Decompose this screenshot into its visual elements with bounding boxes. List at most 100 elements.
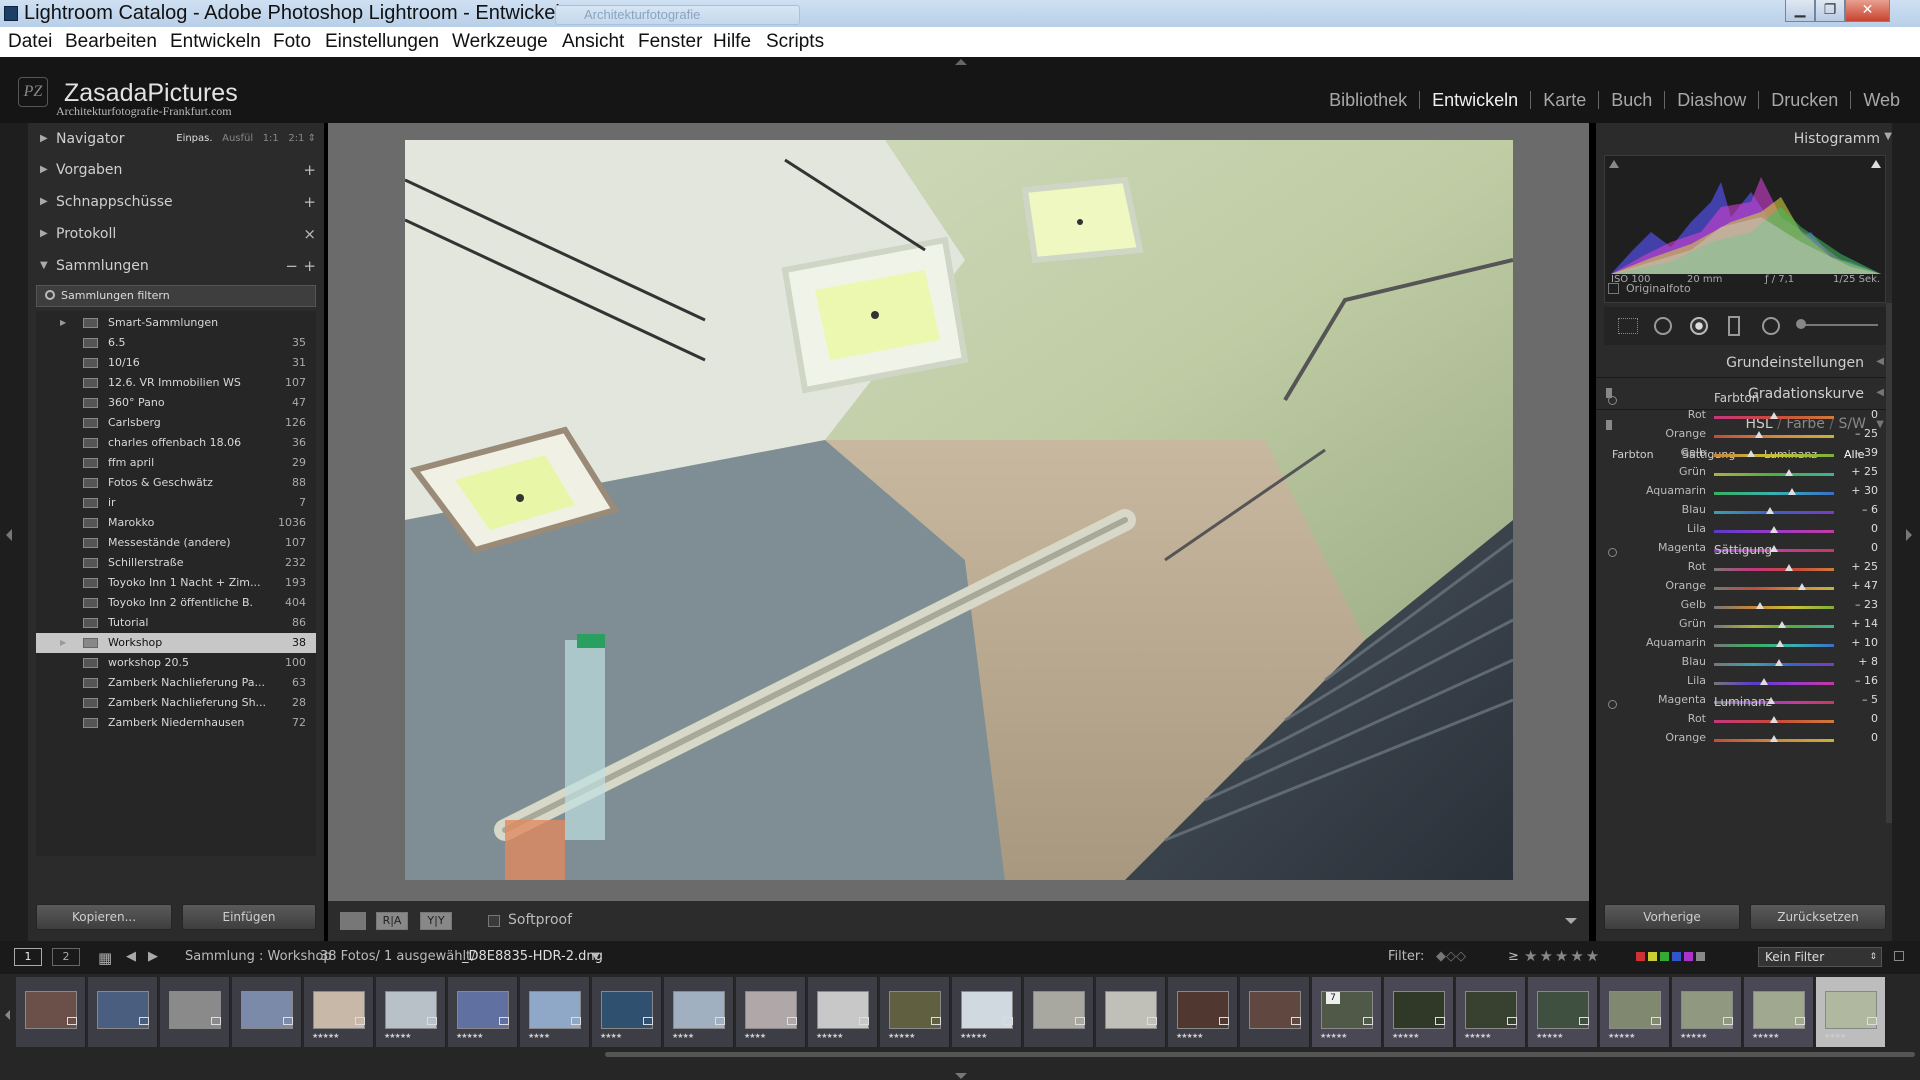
slider-value[interactable]: – 23 [1838,598,1878,611]
adjustment-brush-slider[interactable] [1800,324,1878,326]
slider-track[interactable] [1714,435,1834,438]
filmstrip-thumbnail[interactable] [1096,977,1166,1047]
slider-track[interactable] [1714,644,1834,647]
filmstrip-left-icon[interactable] [5,1010,10,1020]
source-label[interactable]: Sammlung : Workshop [185,949,332,964]
photo-canvas[interactable] [328,123,1589,901]
slider-value[interactable]: 0 [1838,522,1878,535]
filmstrip-thumbnail[interactable]: ★★★★★ [448,977,518,1047]
filmstrip-thumbnail[interactable]: 7 ★★★★★ [1312,977,1382,1047]
slider-knob[interactable] [1770,716,1778,723]
shadow-clipping-icon[interactable] [1609,160,1619,168]
hsl-slider-row[interactable]: Blau – 6 [1596,503,1892,521]
secondary-window-button[interactable]: 2 [52,948,80,966]
zoom-fill[interactable]: Ausfül [222,133,253,144]
collection-item[interactable]: Tutorial 86 [36,613,316,633]
zoom-1-1[interactable]: 1:1 [263,133,279,144]
collection-item[interactable]: Messestände (andere) 107 [36,533,316,553]
toolbar-menu-icon[interactable] [1565,918,1577,924]
slider-knob[interactable] [1770,412,1778,419]
hsl-slider-row[interactable]: Orange – 25 [1596,427,1892,445]
filmstrip-thumbnail[interactable]: ★★★★★ [1672,977,1742,1047]
hsl-slider-row[interactable]: Rot 0 [1596,712,1892,730]
collections-filter-input[interactable]: Sammlungen filtern [36,285,316,307]
softproof-checkbox[interactable] [488,915,500,927]
collection-item[interactable]: 360° Pano 47 [36,393,316,413]
slider-knob[interactable] [1756,602,1765,609]
slider-value[interactable]: + 47 [1838,579,1878,592]
file-dropdown-icon[interactable]: ▼ [592,951,600,962]
slider-track[interactable] [1714,454,1834,457]
menu-einstellungen[interactable]: Einstellungen [325,27,439,57]
loupe-view-icon[interactable] [340,912,366,930]
slider-track[interactable] [1714,568,1834,571]
presets-header[interactable]: ▶ Vorgaben + [28,154,324,186]
slider-knob[interactable] [1785,469,1793,476]
collection-item[interactable]: Toyoko Inn 1 Nacht + Zim... 193 [36,573,316,593]
filmstrip-thumbnail[interactable]: ★★★★★ [1168,977,1238,1047]
clear-history-button[interactable]: × [303,218,316,250]
close-button[interactable]: ✕ [1845,0,1890,22]
navigator-header[interactable]: ▶ Navigator Einpas. Ausfül 1:1 2:1 ⇕ [28,123,324,155]
collection-item[interactable]: ▶ Smart-Sammlungen [36,313,316,333]
menu-werkzeuge[interactable]: Werkzeuge [452,27,548,57]
menu-datei[interactable]: Datei [8,27,52,57]
hsl-slider-row[interactable]: Orange 0 [1596,731,1892,749]
group-toggle-icon[interactable] [1608,396,1617,405]
filmstrip-thumbnail[interactable]: ★★★★ [736,977,806,1047]
filmstrip-thumbnail[interactable]: ★★★★ [1816,977,1886,1047]
collections-header[interactable]: ▼ Sammlungen − + [28,250,324,282]
expand-triangle-icon[interactable]: ▶ [60,313,66,333]
slider-value[interactable]: + 25 [1838,560,1878,573]
collapse-left-panel-icon[interactable] [6,529,12,541]
histogram-label[interactable]: Histogramm [1794,131,1880,147]
filter-lock-icon[interactable] [1894,951,1904,961]
menu-scripts[interactable]: Scripts [766,27,824,57]
slider-knob[interactable] [1766,507,1775,514]
slider-value[interactable]: 0 [1838,712,1878,725]
slider-value[interactable]: 0 [1838,408,1878,421]
collection-item[interactable]: Zamberk Nachlieferung Pa... 63 [36,673,316,693]
slider-value[interactable]: – 16 [1838,674,1878,687]
collapse-top-panel-icon[interactable] [955,59,967,65]
slider-value[interactable]: – 25 [1838,427,1878,440]
flag-filter-icon[interactable]: ◆◇◇ [1436,949,1466,964]
filmstrip-thumbnail[interactable] [16,977,86,1047]
filmstrip-thumbnail[interactable] [1240,977,1310,1047]
slider-track[interactable] [1714,606,1834,609]
slider-value[interactable]: 0 [1838,541,1878,554]
hsl-slider-row[interactable]: Blau + 8 [1596,655,1892,673]
filmstrip-thumbnail[interactable]: ★★★★★ [304,977,374,1047]
collection-item[interactable]: 12.6. VR Immobilien WS 107 [36,373,316,393]
slider-value[interactable]: – 39 [1838,446,1878,459]
filmstrip-thumbnail[interactable]: ★★★★★ [1456,977,1526,1047]
filmstrip-thumbnail[interactable] [232,977,302,1047]
filmstrip-thumbnail[interactable]: ★★★★★ [1528,977,1598,1047]
collection-item[interactable]: Zamberk Nachlieferung Sh... 28 [36,693,316,713]
back-arrow-icon[interactable]: ◀ [126,949,136,964]
hsl-slider-row[interactable]: Rot + 25 [1596,560,1892,578]
menu-bearbeiten[interactable]: Bearbeiten [65,27,157,57]
collection-item[interactable]: Zamberk Niedernhausen 72 [36,713,316,733]
slider-value[interactable]: + 30 [1838,484,1878,497]
menu-foto[interactable]: Foto [273,27,311,57]
filmstrip-thumbnail[interactable] [1024,977,1094,1047]
tonecurve-panel-label[interactable]: Gradationskurve [1748,386,1864,402]
zoom-2-1[interactable]: 2:1 [288,133,304,144]
add-collection-button[interactable]: + [303,250,316,282]
slider-knob[interactable] [1770,735,1778,742]
slider-knob[interactable] [1770,526,1778,533]
filmstrip-thumbnail[interactable]: ★★★★★ [952,977,1022,1047]
collection-item[interactable]: Toyoko Inn 2 öffentliche B. 404 [36,593,316,613]
menu-entwickeln[interactable]: Entwickeln [170,27,261,57]
minimize-button[interactable]: ▁ [1785,0,1815,22]
maximize-button[interactable]: ❐ [1815,0,1845,22]
slider-track[interactable] [1714,587,1834,590]
hsl-slider-row[interactable]: Lila – 16 [1596,674,1892,692]
collection-item[interactable]: 6.5 35 [36,333,316,353]
basic-panel-label[interactable]: Grundeinstellungen [1726,355,1864,371]
group-toggle-icon[interactable] [1608,548,1617,557]
filmstrip-thumbnail[interactable]: ★★★★ [664,977,734,1047]
selected-file[interactable]: _D8E8835-HDR-2.dng [462,949,603,964]
menu-fenster[interactable]: Fenster [638,27,702,57]
